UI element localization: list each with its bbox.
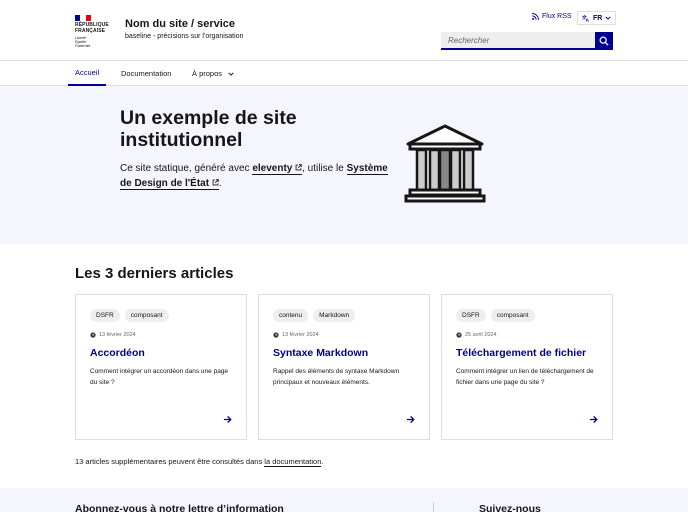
arrow-right-icon <box>223 415 232 424</box>
search-icon <box>599 36 609 46</box>
nav-label: À propos <box>192 69 223 78</box>
nav-item-accueil[interactable]: Accueil <box>68 61 107 86</box>
newsletter-title: Abonnez-vous à notre lettre d’informatio… <box>75 503 284 512</box>
documentation-link[interactable]: la documentation <box>264 457 322 467</box>
language-label: FR <box>593 14 603 22</box>
nav-label: Documentation <box>121 69 172 78</box>
chevron-down-icon <box>228 72 234 76</box>
card-date: 13 février 2024 <box>90 332 136 338</box>
card-title[interactable]: Accordéon <box>90 347 145 359</box>
hero-text-suffix: . <box>218 177 222 189</box>
language-selector[interactable]: 文 A FR <box>577 11 617 25</box>
hero-text-prefix: Ce site statique, généré avec <box>120 163 253 174</box>
hero-title: Un exemple de site institutionnel <box>120 107 297 151</box>
follow-section: Abonnez-vous à notre lettre d’informatio… <box>0 488 688 512</box>
card-date: 13 février 2024 <box>273 332 319 338</box>
rss-label: Flux RSS <box>542 13 572 20</box>
eleventy-link-label: eleventy <box>252 163 293 174</box>
republique-francaise-logo[interactable]: RÉPUBLIQUE FRANÇAISE Liberté Égalité Fra… <box>75 15 115 48</box>
arrow-right-icon <box>589 415 598 424</box>
hero-section: Un exemple de site institutionnel Ce sit… <box>0 86 688 244</box>
logo-line-2: FRANÇAISE <box>75 27 106 34</box>
search-button[interactable] <box>595 32 613 50</box>
more-text-prefix: 13 articles supplémentaires peuvent être… <box>75 457 265 466</box>
institution-building-icon <box>404 124 486 203</box>
clock-icon <box>456 332 462 338</box>
tag[interactable]: composant <box>124 309 169 322</box>
hero-text: Ce site statique, généré avec eleventy ,… <box>120 162 395 191</box>
card-tags: contenu Markdown <box>273 309 356 322</box>
card-title[interactable]: Téléchargement de fichier <box>456 347 586 359</box>
search-bar <box>441 32 613 50</box>
card-date: 25 avril 2024 <box>456 332 497 338</box>
card-date-text: 13 février 2024 <box>99 332 136 338</box>
tag[interactable]: Markdown <box>313 309 356 322</box>
french-flag-icon <box>75 15 91 21</box>
card-description: Comment intégrer un accordéon dans une p… <box>90 368 229 386</box>
search-input[interactable] <box>441 32 595 50</box>
section-divider <box>433 502 434 512</box>
more-articles-text: 13 articles supplémentaires peuvent être… <box>75 457 324 467</box>
card-description: Rappel des éléments de syntaxe Markdown … <box>273 368 400 386</box>
clock-icon <box>273 332 279 338</box>
rss-icon <box>532 13 539 20</box>
tag[interactable]: DSFR <box>90 309 120 322</box>
card-title[interactable]: Syntaxe Markdown <box>273 347 368 359</box>
articles-section-title: Les 3 derniers articles <box>75 265 234 282</box>
translate-icon: 文 A <box>582 14 590 22</box>
card-tags: DSFR composant <box>456 309 535 322</box>
arrow-right-icon <box>406 415 415 424</box>
nav-label: Accueil <box>75 68 100 77</box>
article-card[interactable]: DSFR composant 13 février 2024 Accordéon… <box>75 294 247 440</box>
site-baseline: baseline - précisions sur l'organisation <box>125 33 244 40</box>
tag[interactable]: contenu <box>273 309 309 322</box>
clock-icon <box>90 332 96 338</box>
main-navigation: Accueil Documentation À propos <box>0 61 688 86</box>
article-card[interactable]: DSFR composant 25 avril 2024 Téléchargem… <box>441 294 613 440</box>
nav-item-a-propos[interactable]: À propos <box>192 61 234 86</box>
svg-text:A: A <box>586 18 590 22</box>
card-tags: DSFR composant <box>90 309 169 322</box>
external-link-icon <box>212 178 219 185</box>
site-name[interactable]: Nom du site / service <box>125 18 235 30</box>
card-description: Comment intégrer un lien de téléchargeme… <box>456 368 594 386</box>
card-date-text: 13 février 2024 <box>282 332 319 338</box>
article-card[interactable]: contenu Markdown 13 février 2024 Syntaxe… <box>258 294 430 440</box>
rss-link[interactable]: Flux RSS <box>532 13 572 20</box>
more-text-suffix: . <box>321 457 324 466</box>
tag[interactable]: DSFR <box>456 309 486 322</box>
logo-motto-3: Fraternité <box>75 44 91 48</box>
tag[interactable]: composant <box>490 309 535 322</box>
hero-text-middle: , utilise le <box>302 163 347 174</box>
site-header: RÉPUBLIQUE FRANÇAISE Liberté Égalité Fra… <box>0 0 688 61</box>
chevron-down-icon <box>605 16 611 20</box>
eleventy-link[interactable]: eleventy <box>252 163 303 175</box>
card-date-text: 25 avril 2024 <box>465 332 497 338</box>
nav-item-documentation[interactable]: Documentation <box>121 61 171 86</box>
follow-title: Suivez-nous <box>479 503 541 512</box>
